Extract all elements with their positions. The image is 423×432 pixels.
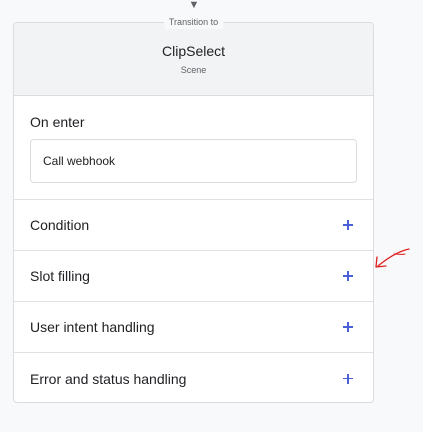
section-condition[interactable]: Condition <box>14 200 373 251</box>
section-user-intent-handling[interactable]: User intent handling <box>14 302 373 353</box>
transition-label: Transition to <box>163 16 224 29</box>
plus-icon[interactable] <box>339 216 357 234</box>
scene-type-label: Scene <box>180 65 207 75</box>
section-label: User intent handling <box>30 319 155 335</box>
plus-icon[interactable] <box>339 318 357 336</box>
plus-icon[interactable] <box>339 370 357 388</box>
section-slot-filling[interactable]: Slot filling <box>14 251 373 302</box>
plus-icon[interactable] <box>339 267 357 285</box>
section-label: Condition <box>30 217 90 233</box>
section-error-and-status-handling[interactable]: Error and status handling <box>14 353 373 404</box>
call-webhook-action[interactable]: Call webhook <box>30 139 357 183</box>
red-arrow-annotation-icon <box>375 248 410 268</box>
section-label: Error and status handling <box>30 370 187 387</box>
on-enter-section: On enter Call webhook <box>14 96 373 200</box>
scene-header[interactable]: ClipSelect Scene <box>14 23 373 96</box>
section-label: Slot filling <box>30 268 90 284</box>
scene-title: ClipSelect <box>161 43 226 59</box>
incoming-arrow-icon: ▼ <box>188 0 200 11</box>
stage: ▼ Transition to ClipSelect Scene On ente… <box>0 0 423 432</box>
scene-card: Transition to ClipSelect Scene On enter … <box>13 16 374 404</box>
call-webhook-label: Call webhook <box>43 154 116 168</box>
on-enter-title: On enter <box>30 114 85 130</box>
